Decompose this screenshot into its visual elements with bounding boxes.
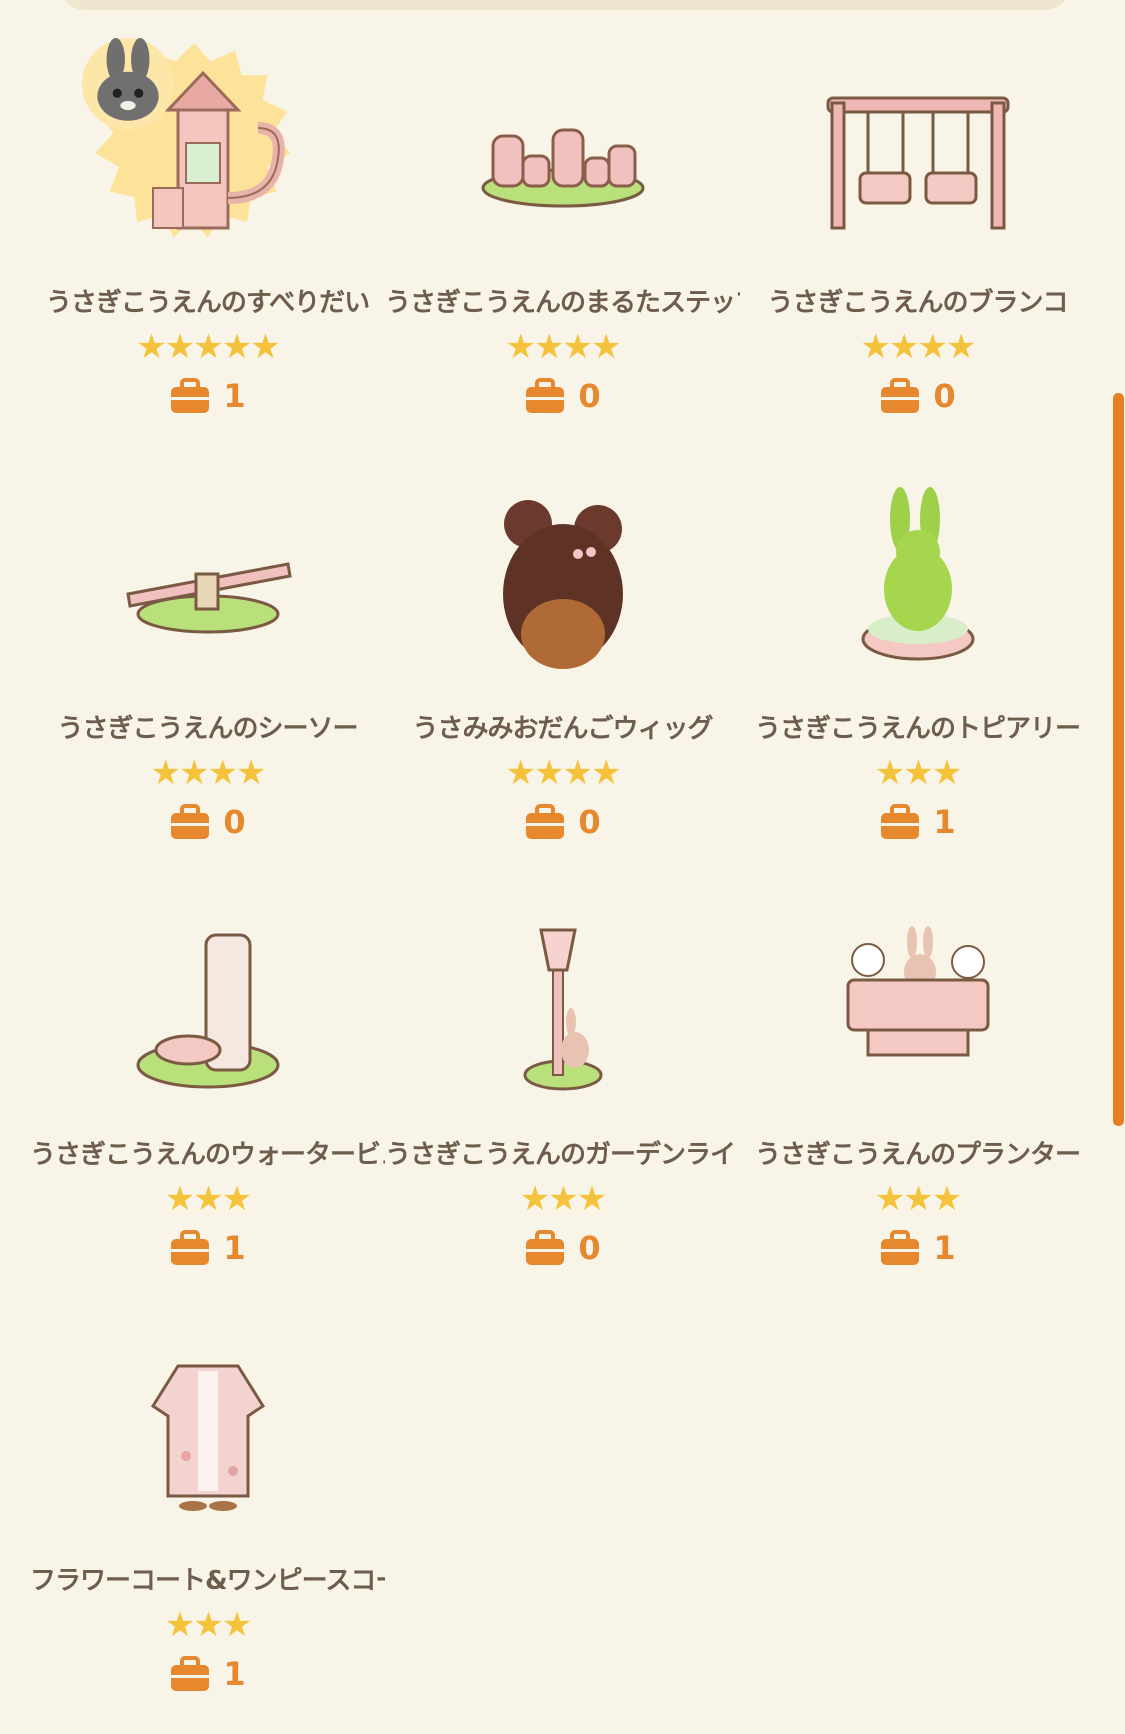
- owned-count-value: 1: [223, 1655, 246, 1693]
- owned-count: 0: [740, 377, 1095, 415]
- bag-icon: [526, 378, 565, 413]
- rarity-stars: ★★★★: [860, 327, 977, 367]
- item-name: うさぎこうえんのプランター: [754, 1140, 1081, 1170]
- item-card[interactable]: うさぎこうえんのすべりだい ★★★★★ 1: [30, 30, 385, 456]
- rarity-stars: ★★★★: [505, 327, 622, 367]
- log-steps-icon: [445, 40, 680, 275]
- flower-coat-icon: [90, 1318, 325, 1553]
- item-name: うさぎこうえんのシーソー: [57, 714, 358, 744]
- bag-icon: [881, 1230, 920, 1265]
- owned-count: 1: [30, 377, 385, 415]
- bag-icon: [171, 1230, 210, 1265]
- item-name: うさぎこうえんのまるたステップ: [385, 288, 740, 318]
- owned-count-value: 0: [933, 377, 956, 415]
- owned-count: 1: [30, 1655, 385, 1693]
- owned-count-value: 1: [933, 1229, 956, 1267]
- rarity-stars: ★★★: [874, 1179, 962, 1219]
- bag-icon: [881, 804, 920, 839]
- item-card[interactable]: うさぎこうえんのシーソー ★★★★ 0: [30, 456, 385, 882]
- owned-count-value: 0: [578, 377, 601, 415]
- item-name: うさぎこうえんのウォータービュー: [30, 1140, 385, 1170]
- bag-icon: [526, 1230, 565, 1265]
- owned-count: 0: [385, 377, 740, 415]
- owned-count-value: 0: [578, 1229, 601, 1267]
- rarity-stars: ★★★★: [505, 753, 622, 793]
- owned-count-value: 1: [223, 1229, 246, 1267]
- item-card[interactable]: うさみみおだんごウィッグ ★★★★ 0: [385, 456, 740, 882]
- seesaw-icon: [90, 466, 325, 701]
- bag-icon: [171, 378, 210, 413]
- rarity-stars: ★★★: [519, 1179, 607, 1219]
- item-card[interactable]: うさぎこうえんのウォータービュー ★★★ 1: [30, 882, 385, 1308]
- owned-count-value: 1: [933, 803, 956, 841]
- owned-count: 0: [385, 1229, 740, 1267]
- rarity-stars: ★★★★: [150, 753, 267, 793]
- owned-count-value: 1: [223, 377, 246, 415]
- bun-wig-icon: [445, 466, 680, 701]
- owned-count: 1: [30, 1229, 385, 1267]
- item-name: うさぎこうえんのトピアリー: [754, 714, 1081, 744]
- owned-count: 1: [740, 803, 1095, 841]
- bag-icon: [881, 378, 920, 413]
- rarity-stars: ★★★: [164, 1179, 252, 1219]
- item-card[interactable]: うさぎこうえんのまるたステップ ★★★★ 0: [385, 30, 740, 456]
- item-card[interactable]: うさぎこうえんのガーデンライト ★★★ 0: [385, 882, 740, 1308]
- top-panel-edge: [60, 0, 1070, 10]
- owned-count: 1: [740, 1229, 1095, 1267]
- scrollbar[interactable]: [1113, 393, 1124, 1126]
- owned-count-value: 0: [223, 803, 246, 841]
- garden-light-icon: [445, 892, 680, 1127]
- bag-icon: [171, 804, 210, 839]
- item-name: うさぎこうえんのブランコ: [767, 288, 1068, 318]
- item-grid: うさぎこうえんのすべりだい ★★★★★ 1 うさぎこうえんのまるたステップ ★★…: [30, 30, 1095, 1734]
- item-card[interactable]: フラワーコート&ワンピースコーデ ★★★ 1: [30, 1308, 385, 1734]
- rabbit-topiary-icon: [800, 466, 1035, 701]
- item-name: うさぎこうえんのガーデンライト: [385, 1140, 740, 1170]
- rarity-stars: ★★★: [874, 753, 962, 793]
- item-name: うさみみおだんごウィッグ: [412, 714, 713, 744]
- item-card[interactable]: うさぎこうえんのプランター ★★★ 1: [740, 882, 1095, 1308]
- rarity-stars: ★★★★★: [136, 327, 280, 367]
- owned-count-value: 0: [578, 803, 601, 841]
- slide-icon: [82, 38, 325, 275]
- item-card[interactable]: うさぎこうえんのブランコ ★★★★ 0: [740, 30, 1095, 456]
- swing-icon: [800, 40, 1035, 275]
- rarity-stars: ★★★: [164, 1605, 252, 1645]
- planter-icon: [800, 892, 1035, 1127]
- item-name: フラワーコート&ワンピースコーデ: [30, 1566, 385, 1596]
- water-fountain-icon: [90, 892, 325, 1127]
- bunny-face-icon: [82, 38, 174, 130]
- item-card[interactable]: うさぎこうえんのトピアリー ★★★ 1: [740, 456, 1095, 882]
- owned-count: 0: [385, 803, 740, 841]
- item-name: うさぎこうえんのすべりだい: [45, 288, 370, 318]
- bag-icon: [526, 804, 565, 839]
- owned-count: 0: [30, 803, 385, 841]
- bag-icon: [171, 1656, 210, 1691]
